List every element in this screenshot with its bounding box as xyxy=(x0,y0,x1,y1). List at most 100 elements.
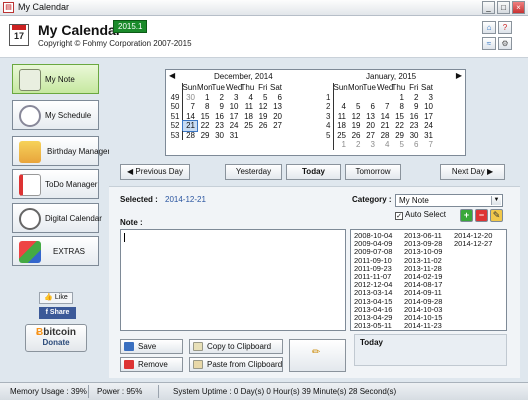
left-day-cell[interactable]: 15 xyxy=(197,112,212,122)
right-day-cell[interactable]: 4 xyxy=(334,102,349,112)
prev-month-arrow[interactable]: ◀ xyxy=(169,71,175,80)
category-select[interactable]: My Note ▼ xyxy=(395,194,503,207)
right-day-cell[interactable]: 3 xyxy=(363,140,378,150)
chevron-down-icon[interactable]: ▼ xyxy=(491,196,501,205)
right-day-cell[interactable]: 5 xyxy=(392,140,407,150)
left-day-cell[interactable]: 12 xyxy=(255,102,270,112)
paste-from-clipboard-button[interactable]: Paste from Clipboard xyxy=(189,357,283,372)
remove-button[interactable]: Remove xyxy=(120,357,183,372)
close-button[interactable]: × xyxy=(512,1,525,14)
next-month-arrow[interactable]: ▶ xyxy=(456,71,462,80)
save-button[interactable]: Save xyxy=(120,339,183,354)
list-item[interactable]: 2014-12-27 xyxy=(454,239,492,248)
right-day-cell[interactable]: 13 xyxy=(363,112,378,122)
right-day-cell[interactable]: 2 xyxy=(406,93,421,103)
right-day-cell[interactable]: 15 xyxy=(392,112,407,122)
dates-column-3[interactable]: 2014-12-20 2014-12-27 xyxy=(454,231,492,248)
minimize-button[interactable]: _ xyxy=(482,1,495,14)
left-day-cell[interactable]: 31 xyxy=(226,131,241,141)
right-day-cell[interactable]: 6 xyxy=(363,102,378,112)
right-day-cell[interactable]: 7 xyxy=(421,140,436,150)
sidebar-item-extras[interactable]: EXTRAS xyxy=(12,236,99,266)
add-icon[interactable]: + xyxy=(460,209,473,222)
left-day-cell[interactable]: 7 xyxy=(183,102,198,112)
right-day-cell[interactable]: 1 xyxy=(334,140,349,150)
home-icon[interactable]: ⌂ xyxy=(482,21,496,34)
right-day-cell[interactable]: 14 xyxy=(377,112,392,122)
right-day-cell[interactable]: 5 xyxy=(348,102,363,112)
right-day-cell[interactable]: 23 xyxy=(406,121,421,131)
left-day-cell[interactable]: 10 xyxy=(226,102,241,112)
month-calendar[interactable]: ◀ ▶ December, 2014 January, 2015 Sun Mon T… xyxy=(165,69,466,156)
left-day-cell[interactable]: 28 xyxy=(183,131,198,141)
right-day-cell[interactable]: 25 xyxy=(334,131,349,141)
right-day-cell[interactable]: 16 xyxy=(406,112,421,122)
right-month-grid[interactable]: Sun Mon Tue Wed Thu Fri Sat 1 1 2 3 2 4 5 6 7 8 9 10 3 11 12 1… xyxy=(319,83,435,150)
sidebar-item-birthday-manager[interactable]: Birthday Manager xyxy=(12,136,110,166)
right-day-cell[interactable]: 9 xyxy=(406,102,421,112)
right-day-cell[interactable]: 26 xyxy=(348,131,363,141)
copy-to-clipboard-button[interactable]: Copy to Clipboard xyxy=(189,339,283,354)
left-month-grid[interactable]: Sun Mon Tue Wed Thu Fri Sat 49 30 1 2 3 4 5 6 50 7 8 9 10 11… xyxy=(168,83,284,140)
like-button[interactable]: 👍 Like xyxy=(39,292,73,304)
left-day-cell[interactable]: 23 xyxy=(212,121,227,131)
left-day-cell[interactable]: 17 xyxy=(226,112,241,122)
left-day-cell[interactable]: 24 xyxy=(226,121,241,131)
right-day-cell[interactable]: 17 xyxy=(421,112,436,122)
left-day-cell[interactable]: 30 xyxy=(183,93,198,103)
auto-select-checkbox[interactable]: ✓ Auto Select xyxy=(395,210,446,220)
list-item[interactable]: 2014-11-23 xyxy=(404,322,442,330)
left-day-cell[interactable]: 29 xyxy=(197,131,212,141)
sidebar-item-todo-manager[interactable]: ToDo Manager xyxy=(12,169,99,199)
maximize-button[interactable]: □ xyxy=(497,1,510,14)
checkbox-box[interactable]: ✓ xyxy=(395,212,403,220)
right-day-cell[interactable]: 27 xyxy=(363,131,378,141)
right-day-cell[interactable]: 1 xyxy=(392,93,407,103)
dates-column-1[interactable]: 2008-10-04 2009-04-09 2009-07-08 2011-09-10… xyxy=(354,231,392,330)
today-button[interactable]: Today xyxy=(286,164,341,180)
note-dates-list[interactable]: 2008-10-04 2009-04-09 2009-07-08 2011-09-10… xyxy=(350,229,507,331)
right-day-cell[interactable]: 3 xyxy=(421,93,436,103)
right-day-cell[interactable]: 2 xyxy=(348,140,363,150)
left-day-cell[interactable]: 27 xyxy=(270,121,285,131)
right-day-cell[interactable]: 6 xyxy=(406,140,421,150)
left-day-cell[interactable]: 1 xyxy=(197,93,212,103)
right-day-cell[interactable]: 24 xyxy=(421,121,436,131)
left-day-cell[interactable]: 22 xyxy=(197,121,212,131)
help-icon[interactable]: ? xyxy=(498,21,512,34)
left-day-cell[interactable]: 11 xyxy=(241,102,256,112)
left-day-cell[interactable]: 26 xyxy=(255,121,270,131)
sidebar-item-digital-calendar[interactable]: Digital Calendar xyxy=(12,203,102,233)
right-day-cell[interactable]: 20 xyxy=(363,121,378,131)
left-day-cell[interactable]: 13 xyxy=(270,102,285,112)
sidebar-item-my-note[interactable]: My Note xyxy=(12,64,99,94)
settings-icon[interactable]: ⚙ xyxy=(498,37,512,50)
right-day-cell[interactable]: 21 xyxy=(377,121,392,131)
left-day-cell[interactable]: 4 xyxy=(241,93,256,103)
left-day-cell[interactable]: 3 xyxy=(226,93,241,103)
right-day-cell[interactable]: 18 xyxy=(334,121,349,131)
sidebar-item-my-schedule[interactable]: My Schedule xyxy=(12,100,99,130)
list-item[interactable]: 2013-05-11 xyxy=(354,322,392,330)
right-day-cell[interactable]: 8 xyxy=(392,102,407,112)
right-day-cell[interactable]: 12 xyxy=(348,112,363,122)
right-day-cell[interactable]: 29 xyxy=(392,131,407,141)
left-day-cell[interactable]: 16 xyxy=(212,112,227,122)
next-day-button[interactable]: Next Day ▶ xyxy=(440,164,505,180)
yesterday-button[interactable]: Yesterday xyxy=(225,164,282,180)
previous-day-button[interactable]: ◀ Previous Day xyxy=(120,164,190,180)
edit-pencil-icon[interactable]: ✎ xyxy=(490,209,503,222)
left-day-cell[interactable]: 30 xyxy=(212,131,227,141)
right-day-cell[interactable]: 10 xyxy=(421,102,436,112)
right-day-cell[interactable]: 19 xyxy=(348,121,363,131)
note-textarea[interactable] xyxy=(120,229,346,331)
left-day-cell[interactable]: 25 xyxy=(241,121,256,131)
left-day-cell[interactable]: 18 xyxy=(241,112,256,122)
right-day-cell[interactable]: 28 xyxy=(377,131,392,141)
left-day-cell[interactable]: 6 xyxy=(270,93,285,103)
right-day-cell[interactable]: 11 xyxy=(334,112,349,122)
wireless-icon[interactable]: ≈ xyxy=(482,37,496,50)
left-day-cell[interactable]: 20 xyxy=(270,112,285,122)
left-day-cell[interactable]: 9 xyxy=(212,102,227,112)
clear-button[interactable]: ✏ xyxy=(289,339,346,372)
